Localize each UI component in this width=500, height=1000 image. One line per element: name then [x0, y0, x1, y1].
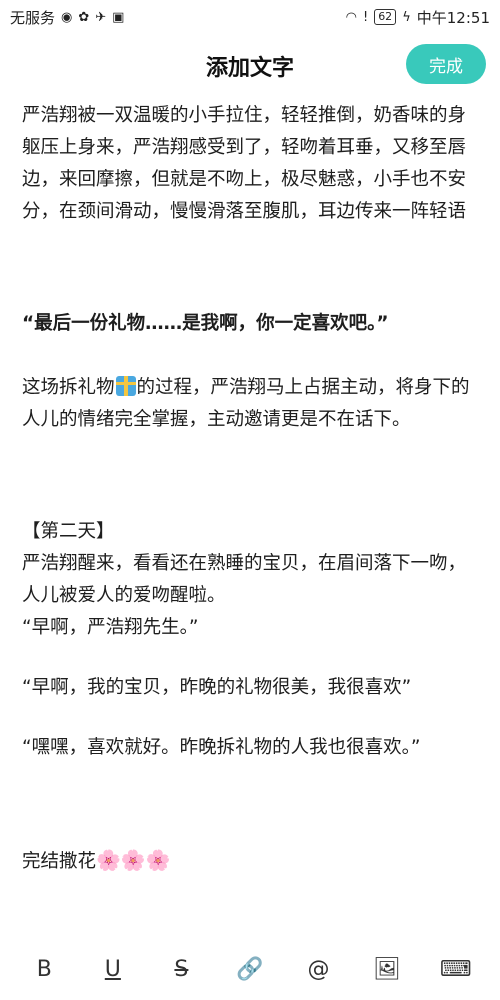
globe-icon: ◉: [61, 9, 73, 25]
nav-bar: 添加文字 完成: [0, 38, 500, 94]
paragraph-9: 完结撒花🌸🌸🌸: [22, 844, 478, 878]
paragraph-3-start: 这场拆礼物: [22, 377, 115, 398]
paragraph-2: “最后一份礼物……是我啊，你一定喜欢吧。”: [22, 313, 389, 334]
status-bar: 无服务 ◉ ✿ ✈ ▣ ◠ ! 62 ϟ 中午12:51: [0, 0, 500, 34]
ending-text: 完结撒花: [22, 851, 97, 872]
paragraph-6: “早啊，严浩翔先生。”: [22, 617, 199, 638]
link-icon[interactable]: 🔗: [230, 949, 270, 989]
paragraph-1: 严浩翔被一双温暖的小手拉住，轻轻推倒，奶香味的身躯压上身来，严浩翔感受到了，轻吻…: [22, 105, 467, 222]
clock-text: 中午12:51: [416, 8, 490, 27]
wifi-icon: ◠: [345, 9, 357, 25]
done-button[interactable]: 完成: [406, 44, 486, 84]
bold-button[interactable]: B: [24, 949, 64, 989]
mention-icon[interactable]: @: [299, 949, 339, 989]
battery-icon: 62: [374, 9, 397, 25]
format-toolbar: B U S 🔗 @ 🖼 ⌨: [0, 944, 500, 994]
status-right: ◠ ! 62 ϟ 中午12:51: [346, 7, 490, 28]
carrier-text: 无服务: [10, 8, 56, 27]
underline-button[interactable]: U: [93, 949, 133, 989]
sim-alert-icon: !: [362, 9, 369, 25]
blossom-icon: 🌸🌸🌸: [96, 848, 171, 872]
paragraph-5: 严浩翔醒来，看看还在熟睡的宝贝，在眉间落下一吻，人儿被爱人的爱吻醒啦。: [22, 553, 467, 606]
paragraph-4: 【第二天】: [22, 521, 115, 542]
strikethrough-button[interactable]: S: [161, 949, 201, 989]
flower-icon: ✿: [78, 9, 90, 25]
paragraph-8: “嘿嘿，喜欢就好。昨晚拆礼物的人我也很喜欢。”: [22, 737, 421, 758]
text-editor[interactable]: 严浩翔被一双温暖的小手拉住，轻轻推倒，奶香味的身躯压上身来，严浩翔感受到了，轻吻…: [22, 100, 478, 930]
gift-icon: [115, 376, 136, 396]
keyboard-icon[interactable]: ⌨: [436, 949, 476, 989]
charging-icon: ϟ: [402, 9, 411, 25]
status-left: 无服务 ◉ ✿ ✈ ▣: [10, 7, 124, 28]
app-icon: ✈: [95, 9, 107, 25]
paragraph-7: “早啊，我的宝贝，昨晚的礼物很美，我很喜欢”: [22, 677, 412, 698]
chat-icon: ▣: [112, 9, 125, 25]
image-icon[interactable]: 🖼: [367, 949, 407, 989]
paragraph-3: 这场拆礼物 的过程，严浩翔马上占据主动，将身下的人儿的情绪完全掌握，主动邀请更是不…: [22, 372, 478, 436]
